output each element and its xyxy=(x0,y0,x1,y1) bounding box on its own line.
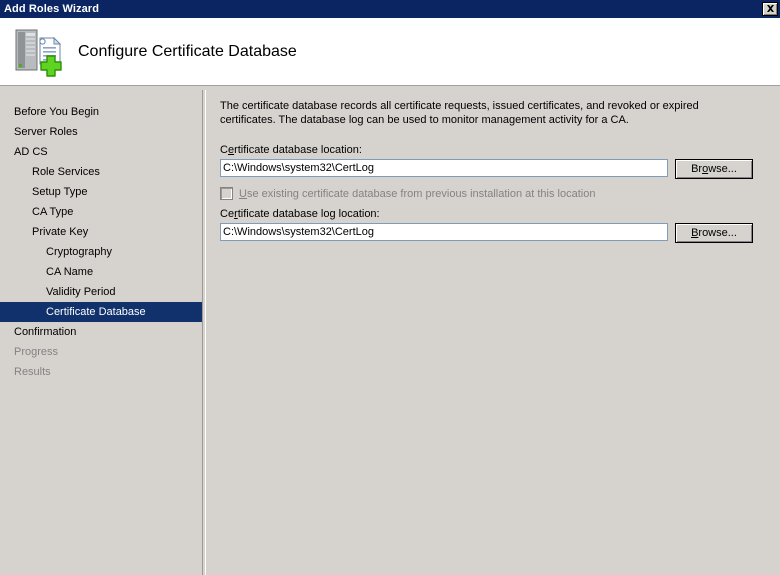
db-location-input[interactable] xyxy=(220,159,668,177)
db-location-browse-button[interactable]: Browse... xyxy=(675,159,753,179)
sidebar-item-role-services[interactable]: Role Services xyxy=(0,162,202,182)
sidebar-item-server-roles[interactable]: Server Roles xyxy=(0,122,202,142)
use-existing-db-accel: U xyxy=(239,188,247,200)
use-existing-db-label: Use existing certificate database from p… xyxy=(239,188,595,200)
sidebar-item-certificate-database[interactable]: Certificate Database xyxy=(0,302,202,322)
log-location-label-pre: Ce xyxy=(220,208,234,220)
add-roles-wizard-window: Add Roles Wizard xyxy=(0,0,780,575)
sidebar-item-before-you-begin[interactable]: Before You Begin xyxy=(0,102,202,122)
sidebar-item-ca-type[interactable]: CA Type xyxy=(0,202,202,222)
page-title: Configure Certificate Database xyxy=(78,43,297,61)
sidebar-item-validity-period[interactable]: Validity Period xyxy=(0,282,202,302)
sidebar-item-confirmation[interactable]: Confirmation xyxy=(0,322,202,342)
db-location-label: Certificate database location: xyxy=(220,144,766,156)
sidebar-item-cryptography[interactable]: Cryptography xyxy=(0,242,202,262)
log-location-label: Certificate database log location: xyxy=(220,208,766,220)
title-bar: Add Roles Wizard xyxy=(0,0,780,18)
db-browse-post: wse... xyxy=(708,163,737,175)
close-icon[interactable] xyxy=(762,2,778,16)
use-existing-db-row: Use existing certificate database from p… xyxy=(220,187,766,200)
sidebar-item-setup-type[interactable]: Setup Type xyxy=(0,182,202,202)
wizard-content-panel: The certificate database records all cer… xyxy=(205,90,780,575)
window-title: Add Roles Wizard xyxy=(4,0,99,18)
db-location-label-post: rtificate database location: xyxy=(234,144,362,156)
sidebar-item-ca-name[interactable]: CA Name xyxy=(0,262,202,282)
sidebar-item-results: Results xyxy=(0,362,202,382)
db-location-row: Browse... xyxy=(220,159,766,179)
log-location-input[interactable] xyxy=(220,223,668,241)
log-location-browse-button[interactable]: Browse... xyxy=(675,223,753,243)
page-description: The certificate database records all cer… xyxy=(220,99,710,127)
use-existing-db-text: se existing certificate database from pr… xyxy=(247,188,596,200)
server-certificate-add-icon xyxy=(10,24,66,80)
log-location-label-post: tificate database log location: xyxy=(238,208,380,220)
wizard-body: Before You BeginServer RolesAD CSRole Se… xyxy=(0,87,780,575)
db-browse-pre: Br xyxy=(691,163,702,175)
sidebar-item-ad-cs[interactable]: AD CS xyxy=(0,142,202,162)
sidebar-item-progress: Progress xyxy=(0,342,202,362)
db-location-label-pre: C xyxy=(220,144,228,156)
log-browse-post: rowse... xyxy=(698,227,737,239)
wizard-step-nav: Before You BeginServer RolesAD CSRole Se… xyxy=(0,90,203,575)
log-location-row: Browse... xyxy=(220,223,766,243)
wizard-header: Configure Certificate Database xyxy=(0,18,780,86)
use-existing-db-checkbox xyxy=(220,187,233,200)
sidebar-item-private-key[interactable]: Private Key xyxy=(0,222,202,242)
